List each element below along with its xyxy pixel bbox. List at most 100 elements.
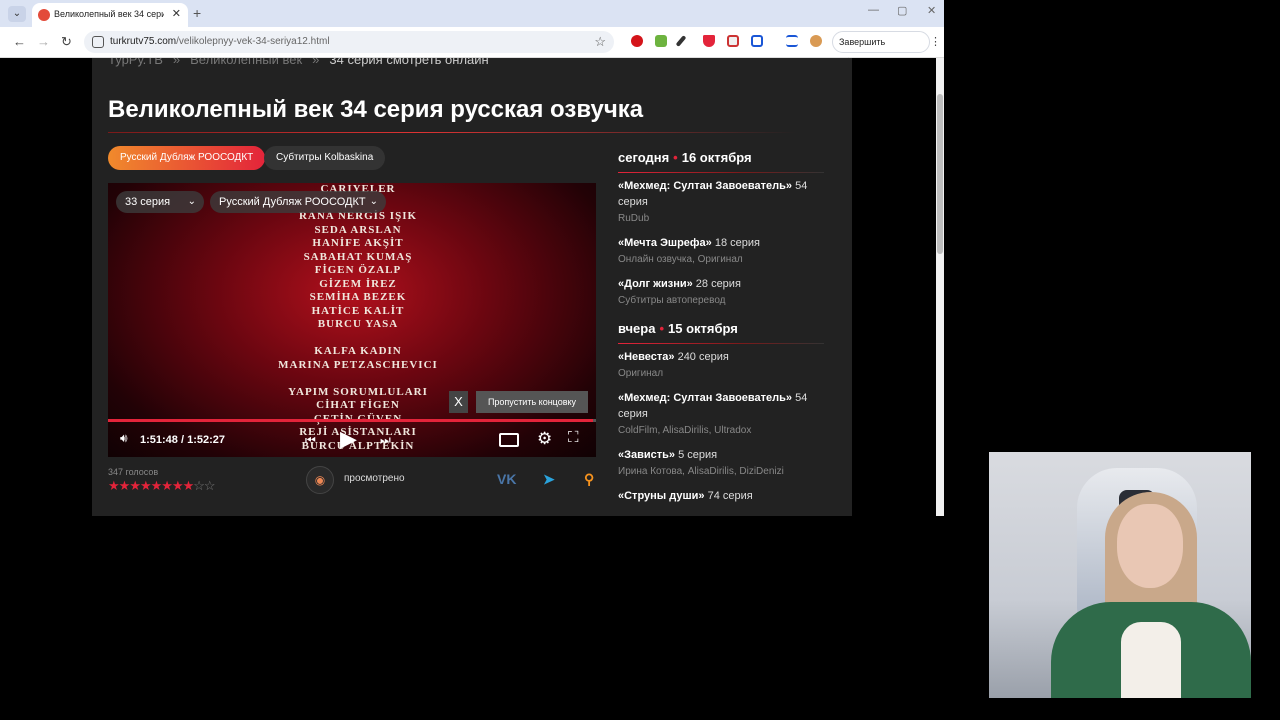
credit-line: MARINA PETZASCHEVICI bbox=[278, 358, 438, 371]
star-icon[interactable]: ★ bbox=[151, 478, 163, 493]
page-title: Великолепный век 34 серия русская озвучк… bbox=[108, 96, 644, 123]
breadcrumb-home-link[interactable]: ТурРу.ТВ bbox=[108, 58, 163, 67]
show-title: «Зависть» bbox=[618, 449, 676, 461]
reading-list-icon[interactable] bbox=[786, 35, 798, 47]
settings-gear-icon[interactable]: ⚙︎ bbox=[537, 429, 552, 449]
credit-line: YAPIM SORUMLULARI bbox=[288, 385, 428, 398]
minimize-icon[interactable]: — bbox=[868, 4, 879, 16]
progress-fill bbox=[108, 419, 594, 422]
next-icon[interactable]: ⏭︎ bbox=[380, 433, 391, 448]
credit-line: FİGEN ÖZALP bbox=[314, 264, 402, 276]
show-title: «Струны души» bbox=[618, 490, 705, 502]
credit-line: HANİFE AKŞİT bbox=[312, 237, 404, 249]
chevron-down-icon: ⌄ bbox=[187, 196, 196, 207]
opera-extension-icon[interactable] bbox=[631, 35, 643, 47]
bookmark-star-icon[interactable]: ☆ bbox=[594, 34, 606, 50]
tab-bar: ⌄ Великолепный век 34 серия р ✕ + — ▢ ✕ bbox=[0, 0, 944, 27]
schedule-item[interactable]: «Струны души» 74 серия bbox=[618, 488, 818, 504]
schedule-item[interactable]: «Долг жизни» 28 серия Субтитры автоперево… bbox=[618, 276, 818, 309]
star-icon[interactable]: ★ bbox=[119, 478, 131, 493]
browser-toolbar: ← → ↻ turkrutv75.com/velikolepnyy-vek-34… bbox=[0, 27, 944, 67]
star-icon[interactable]: ★ bbox=[108, 478, 120, 493]
breadcrumb-series-link[interactable]: Великолепный век bbox=[190, 58, 302, 67]
dot-separator: • bbox=[673, 150, 678, 165]
dub-option-roosodkt[interactable]: Русский Дубляж РООСОДКТ bbox=[108, 146, 266, 170]
profile-avatar-icon[interactable] bbox=[810, 35, 822, 47]
show-title: «Долг жизни» bbox=[618, 278, 693, 290]
scrollbar-thumb[interactable] bbox=[937, 94, 943, 254]
schedule-item[interactable]: «Мехмед: Султан Завоеватель» 54 серия Col… bbox=[618, 390, 818, 439]
voice-select[interactable]: Русский Дубляж РООСОДКТ ⌄ bbox=[210, 191, 386, 213]
star-icon[interactable]: ☆ bbox=[193, 478, 205, 493]
play-icon[interactable]: ▶︎ bbox=[340, 426, 357, 452]
credit-line bbox=[263, 332, 453, 346]
odnoklassniki-share-icon[interactable]: ⚲ bbox=[584, 471, 594, 488]
extension-icon-red[interactable] bbox=[727, 35, 739, 47]
schedule-item[interactable]: «Невеста» 240 серия Оригинал bbox=[618, 349, 818, 382]
back-icon[interactable]: ← bbox=[13, 34, 26, 49]
active-tab[interactable]: Великолепный век 34 серия р ✕ bbox=[32, 3, 188, 27]
screen: ⌄ Великолепный век 34 серия р ✕ + — ▢ ✕ … bbox=[0, 0, 1280, 720]
puzzle-extensions-icon[interactable] bbox=[751, 35, 763, 47]
shield-extension-icon[interactable] bbox=[703, 35, 715, 47]
star-icon[interactable]: ★ bbox=[129, 478, 141, 493]
update-browser-button[interactable]: Завершить обновление bbox=[832, 31, 930, 67]
reload-icon[interactable]: ↻ bbox=[61, 34, 72, 50]
show-title: «Невеста» bbox=[618, 351, 675, 363]
eye-icon[interactable]: ◉ bbox=[306, 466, 334, 494]
breadcrumb-current: 34 серия смотреть онлайн bbox=[329, 58, 489, 67]
browser-menu-icon[interactable]: ⋮ bbox=[930, 35, 941, 48]
watched-label[interactable]: просмотрено bbox=[344, 473, 405, 484]
day-divider bbox=[618, 172, 824, 173]
volume-icon[interactable]: 🔊︎ bbox=[120, 431, 128, 446]
new-tab-icon[interactable]: + bbox=[193, 5, 201, 21]
star-icon[interactable]: ☆ bbox=[204, 478, 216, 493]
tab-search-icon[interactable]: ⌄ bbox=[8, 6, 26, 22]
star-icon[interactable]: ★ bbox=[140, 478, 152, 493]
votes-count: 347 голосов bbox=[108, 467, 159, 477]
previous-icon[interactable]: ⏮︎ bbox=[305, 433, 316, 448]
address-bar[interactable]: turkrutv75.com/velikolepnyy-vek-34-seriy… bbox=[84, 31, 614, 53]
show-voiceover: Оригинал bbox=[618, 368, 664, 379]
url-text: turkrutv75.com/velikolepnyy-vek-34-seriy… bbox=[110, 36, 330, 47]
extension-icon[interactable] bbox=[655, 35, 667, 47]
star-icon[interactable]: ★ bbox=[161, 478, 173, 493]
rating-stars[interactable]: ★★★★★★★★☆☆ bbox=[108, 478, 216, 494]
schedule-item[interactable]: «Зависть» 5 серия Ирина Котова, AlisaDiri… bbox=[618, 447, 818, 480]
page-scrollbar[interactable] bbox=[936, 58, 944, 516]
credit-line: BURCU ALPTEKİN bbox=[301, 439, 415, 452]
site-info-icon[interactable] bbox=[92, 36, 104, 48]
show-episode: 240 серия bbox=[674, 351, 729, 363]
forward-icon[interactable]: → bbox=[37, 34, 50, 49]
star-icon[interactable]: ★ bbox=[183, 478, 195, 493]
close-window-icon[interactable]: ✕ bbox=[927, 4, 936, 17]
fullscreen-icon[interactable]: ⛶ bbox=[568, 429, 579, 446]
show-voiceover: ColdFilm, AlisaDirilis, Ultradox bbox=[618, 425, 752, 436]
credit-line: HATİCE KALİT bbox=[311, 304, 405, 317]
credits-text: CARIYELER RANA NERGİS IŞIK SEDA ARSLAN HANİ… bbox=[263, 183, 453, 453]
maximize-icon[interactable]: ▢ bbox=[897, 4, 907, 17]
day-label: вчера bbox=[618, 321, 656, 336]
skip-close-button[interactable]: X bbox=[449, 391, 468, 413]
breadcrumb: ТурРу.ТВ» Великолепный век» 34 серия смотр… bbox=[108, 58, 489, 67]
schedule-item[interactable]: «Мехмед: Султан Завоеватель» 54 серия RuD… bbox=[618, 178, 818, 227]
browser-window: ⌄ Великолепный век 34 серия р ✕ + — ▢ ✕ … bbox=[0, 0, 944, 516]
progress-bar[interactable] bbox=[108, 419, 596, 422]
dot-separator: • bbox=[659, 321, 665, 336]
pen-extension-icon[interactable] bbox=[675, 35, 687, 47]
show-voiceover: Онлайн озвучка, Оригинал bbox=[618, 254, 743, 265]
schedule-item[interactable]: «Мечта Эшрефа» 18 серия Онлайн озвучка, О… bbox=[618, 235, 818, 268]
episode-select[interactable]: 33 серия ⌄ bbox=[116, 191, 204, 213]
telegram-share-icon[interactable]: ➤ bbox=[543, 471, 555, 488]
streamer-shirt bbox=[1121, 622, 1181, 698]
credit-line: GİZEM İREZ bbox=[319, 277, 397, 290]
star-icon[interactable]: ★ bbox=[172, 478, 184, 493]
web-page: ТурРу.ТВ» Великолепный век» 34 серия смотр… bbox=[0, 58, 944, 516]
tab-title: Великолепный век 34 серия р bbox=[54, 9, 164, 19]
dub-option-kolbaskina[interactable]: Субтитры Kolbaskina bbox=[264, 146, 386, 170]
vk-share-icon[interactable]: VK bbox=[497, 471, 516, 487]
tab-close-icon[interactable]: ✕ bbox=[172, 7, 181, 20]
video-player[interactable]: CARIYELER RANA NERGİS IŞIK SEDA ARSLAN HANİ… bbox=[108, 183, 596, 457]
skip-ending-button[interactable]: Пропустить концовку bbox=[476, 391, 588, 413]
picture-in-picture-icon[interactable] bbox=[499, 433, 519, 447]
